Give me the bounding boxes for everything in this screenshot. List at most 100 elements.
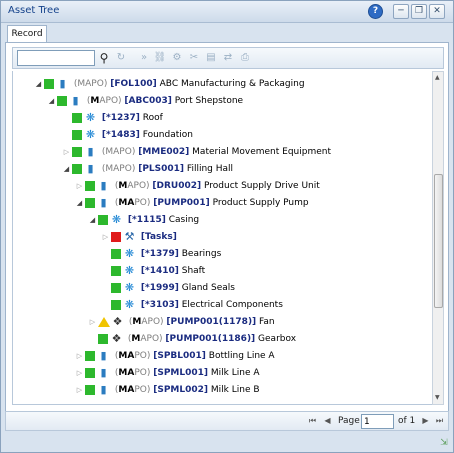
status-green-icon	[72, 147, 82, 157]
paste-icon[interactable]: ⎙	[238, 51, 252, 65]
node-code: [PUMP001(1186)]	[165, 334, 256, 344]
collapse-icon[interactable]: ◢	[74, 195, 85, 211]
status-green-icon	[44, 79, 54, 89]
tree-node-pump001[interactable]: ◢ ▮ (MAPO) [PUMP001] Product Supply Pump	[74, 195, 309, 211]
node-name: Milk Line B	[210, 385, 260, 395]
restore-icon[interactable]: ❐	[411, 4, 427, 19]
expand-icon[interactable]: ▷	[74, 365, 85, 381]
node-code: [ABC003]	[124, 96, 172, 106]
tab-strip: Record	[3, 25, 451, 43]
component-icon: ❋	[124, 298, 135, 311]
tree-node-3103[interactable]: ❋ [*3103] Electrical Components	[100, 297, 283, 313]
expand-icon[interactable]: ▷	[87, 314, 98, 330]
node-code: [*1999]	[140, 283, 179, 293]
tree-node-dru002[interactable]: ▷ ▮ (MAPO) [DRU002] Product Supply Drive …	[74, 178, 320, 194]
node-name: ABC Manufacturing & Packaging	[159, 79, 305, 89]
tree-node-1379[interactable]: ❋ [*1379] Bearings	[100, 246, 221, 262]
tree-node-1483[interactable]: ❋ [*1483] Foundation	[61, 127, 193, 143]
resize-grip-icon[interactable]: ⇲	[438, 437, 450, 449]
tree-node-pls001[interactable]: ◢ ▮ (MAPO) [PLS001] Filling Hall	[61, 161, 233, 177]
component-icon: ❋	[111, 213, 122, 226]
expand-icon[interactable]: ▷	[61, 144, 72, 160]
tree-node-1115[interactable]: ◢ ❋ [*1115] Casing	[87, 212, 199, 228]
search-input[interactable]	[17, 50, 95, 66]
copy-icon[interactable]: ▤	[204, 51, 218, 65]
help-icon[interactable]: ?	[368, 4, 383, 19]
status-red-icon	[111, 232, 121, 242]
scrollbar-thumb[interactable]	[434, 174, 443, 308]
location-icon: ▮	[87, 145, 94, 158]
location-icon: ▮	[59, 77, 66, 90]
tree-node-1237[interactable]: ❋ [*1237] Roof	[61, 110, 163, 126]
tree-node-mme002[interactable]: ▷ ▮ (MAPO) [MME002] Material Movement Equ…	[61, 144, 331, 160]
tree-node-1410[interactable]: ❋ [*1410] Shaft	[100, 263, 205, 279]
node-code: [Tasks]	[140, 232, 177, 242]
minimize-icon[interactable]: ─	[393, 4, 409, 19]
pagination-bar: ⏮ ◀ Page of 1 ▶ ⏭	[5, 411, 449, 431]
node-name: Bearings	[181, 249, 222, 259]
tree-node-abc003[interactable]: ◢ ▮ (MAPO) [ABC003] Port Shepstone	[46, 93, 243, 109]
expand-icon[interactable]: ▷	[100, 229, 111, 245]
node-name: Bottling Line A	[208, 351, 275, 361]
title-bar[interactable]: Asset Tree ? ─ ❐ ✕	[1, 1, 453, 23]
tree-node-fol100[interactable]: ◢ ▮ (MAPO) [FOL100] ABC Manufacturing & P…	[33, 76, 305, 92]
collapse-icon[interactable]: ◢	[87, 212, 98, 228]
expand-icon[interactable]: ▷	[74, 348, 85, 364]
location-icon: ▮	[100, 366, 107, 379]
assembly-icon: ❖	[112, 315, 123, 328]
node-code: [SPBL001]	[153, 351, 206, 361]
collapse-icon[interactable]: ◢	[46, 93, 57, 109]
move-icon[interactable]: ⇄	[221, 51, 235, 65]
component-icon: ❋	[124, 247, 135, 260]
location-icon: ▮	[72, 94, 79, 107]
tab-record[interactable]: Record	[7, 25, 47, 43]
page-number-input[interactable]	[361, 414, 394, 429]
tree-node-spml002[interactable]: ▷ ▮ (MAPO) [SPML002] Milk Line B	[74, 382, 260, 398]
tree-node-spbl001[interactable]: ▷ ▮ (MAPO) [SPBL001] Bottling Line A	[74, 348, 275, 364]
cut-icon[interactable]: ✂	[187, 51, 201, 65]
node-name: Roof	[142, 113, 163, 123]
status-green-icon	[98, 215, 108, 225]
tree-node-pump001-1178[interactable]: ▷ ❖ (MAPO) [PUMP001(1178)] Fan	[87, 314, 275, 330]
node-code: [PLS001]	[138, 164, 185, 174]
next-page-icon[interactable]: ▶	[420, 415, 431, 427]
location-icon: ▮	[100, 349, 107, 362]
node-code: [PUMP001(1178)]	[166, 317, 257, 327]
search-icon[interactable]: ⚲	[97, 51, 111, 65]
asset-tree-window: Asset Tree ? ─ ❐ ✕ Record ⚲ ↻ » ⛓ ⚙ ✂ ▤ …	[0, 0, 454, 453]
vertical-scrollbar[interactable]: ▲ ▼	[432, 71, 444, 405]
status-green-icon	[111, 283, 121, 293]
status-green-icon	[85, 368, 95, 378]
tree-node-spml001[interactable]: ▷ ▮ (MAPO) [SPML001] Milk Line A	[74, 365, 260, 381]
link-icon[interactable]: ⛓	[153, 51, 167, 65]
prev-page-icon[interactable]: ◀	[322, 415, 333, 427]
first-page-icon[interactable]: ⏮	[307, 415, 318, 427]
tree-node-1999[interactable]: ❋ [*1999] Gland Seals	[100, 280, 235, 296]
location-icon: ▮	[100, 196, 107, 209]
status-green-icon	[85, 181, 95, 191]
collapse-icon[interactable]: ◢	[61, 161, 72, 177]
last-page-icon[interactable]: ⏭	[434, 415, 445, 427]
unlink-icon[interactable]: ⚙	[170, 51, 184, 65]
node-name: Gland Seals	[181, 283, 235, 293]
node-name: Gearbox	[258, 334, 297, 344]
scroll-down-icon[interactable]: ▼	[435, 394, 442, 401]
node-name: Port Shepstone	[174, 96, 244, 106]
scroll-up-icon[interactable]: ▲	[435, 74, 442, 81]
tree-node-tasks[interactable]: ▷ ⚒ [Tasks]	[100, 229, 177, 245]
status-green-icon	[57, 96, 67, 106]
node-name: Shaft	[181, 266, 206, 276]
refresh-icon[interactable]: ↻	[114, 51, 128, 65]
expand-icon[interactable]: »	[137, 51, 151, 65]
collapse-icon[interactable]: ◢	[33, 76, 44, 92]
node-code: [*1483]	[101, 130, 140, 140]
expand-icon[interactable]: ▷	[74, 178, 85, 194]
status-green-icon	[85, 351, 95, 361]
tree-node-pump001-1186[interactable]: ❖ (MAPO) [PUMP001(1186)] Gearbox	[87, 331, 296, 347]
page-count: of 1	[398, 416, 416, 426]
node-code: [*1410]	[140, 266, 179, 276]
status-green-icon	[72, 130, 82, 140]
expand-icon[interactable]: ▷	[74, 382, 85, 398]
component-icon: ❋	[124, 281, 135, 294]
close-icon[interactable]: ✕	[429, 4, 445, 19]
